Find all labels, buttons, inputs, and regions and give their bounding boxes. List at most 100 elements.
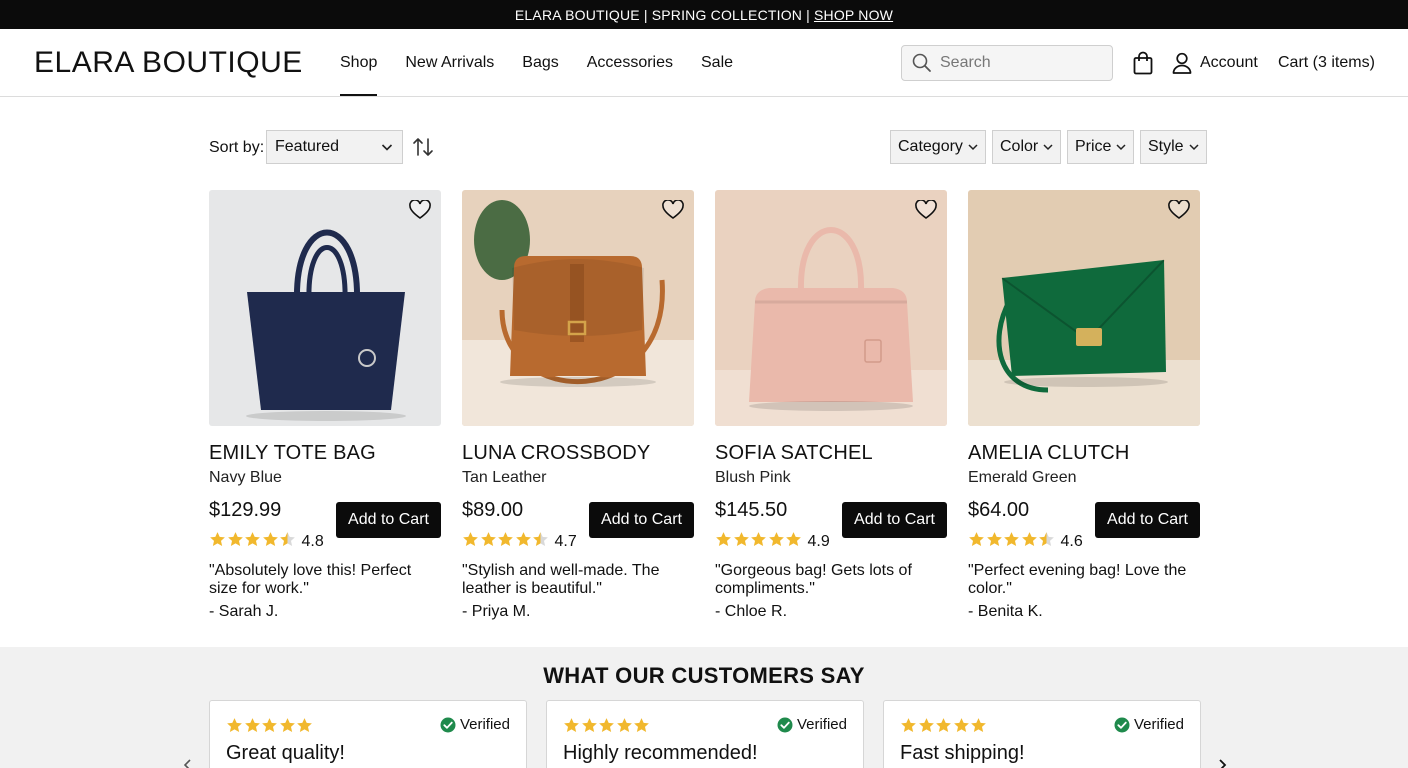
filter-style[interactable]: Style <box>1140 130 1207 164</box>
testimonial-card: Verified Highly recommended! <box>546 700 864 768</box>
product-variant: Navy Blue <box>209 469 282 486</box>
testimonial-title: Highly recommended! <box>563 742 758 764</box>
star-icon <box>262 532 278 547</box>
filter-color[interactable]: Color <box>992 130 1062 164</box>
heart-icon[interactable] <box>409 200 431 220</box>
star-icon <box>279 718 295 733</box>
add-to-cart-button[interactable]: Add to Cart <box>336 502 441 538</box>
star-icon <box>244 718 260 733</box>
chevron-down-icon <box>381 144 393 151</box>
star-icon <box>1004 532 1019 547</box>
star-icon <box>480 532 496 547</box>
product-name[interactable]: SOFIA SATCHEL <box>715 442 947 464</box>
star-icon <box>533 532 548 547</box>
product-price: $64.00 <box>968 499 1030 521</box>
chevron-down-icon <box>1043 144 1053 151</box>
product-name[interactable]: LUNA CROSSBODY <box>462 442 694 464</box>
star-icon <box>1021 532 1037 547</box>
search-box[interactable] <box>901 45 1113 81</box>
star-rating <box>209 531 297 553</box>
product-card[interactable]: LUNA CROSSBODY Tan Leather $89.00 Add to… <box>462 190 694 620</box>
star-icon <box>953 718 969 733</box>
heart-icon[interactable] <box>915 200 937 220</box>
product-price: $145.50 <box>715 499 788 521</box>
verified-label: Verified <box>459 716 510 733</box>
shop-now-link[interactable]: SHOP NOW <box>814 7 893 23</box>
nav-sale[interactable]: Sale <box>701 29 733 96</box>
search-input[interactable] <box>940 54 1100 72</box>
product-card[interactable]: EMILY TOTE BAG Navy Blue $129.99 Add to … <box>209 190 441 620</box>
chevron-right-icon[interactable] <box>1216 759 1228 768</box>
product-image[interactable] <box>968 190 1200 426</box>
star-rating <box>462 531 550 553</box>
chevron-left-icon[interactable] <box>182 759 194 768</box>
account-link[interactable]: Account <box>1172 51 1258 75</box>
promo-separator: | <box>643 6 648 23</box>
testimonial-card: Verified Fast shipping! <box>883 700 1201 768</box>
verified-badge: Verified <box>1114 716 1184 733</box>
sort-value: Featured <box>275 138 340 155</box>
star-icon <box>751 532 766 547</box>
nav-shop[interactable]: Shop <box>340 29 378 96</box>
star-icon <box>716 532 731 547</box>
review-quote: "Stylish and well-made. The leather is b… <box>462 562 660 597</box>
satchel-bag-illustration <box>715 190 947 426</box>
search-icon <box>912 53 931 72</box>
review-quote: "Gorgeous bag! Gets lots of compliments.… <box>715 562 912 597</box>
star-icon <box>515 532 531 547</box>
review-quote: "Absolutely love this! Perfect size for … <box>209 562 412 597</box>
filter-category[interactable]: Category <box>890 130 986 164</box>
product-rating: 4.9 <box>715 531 830 553</box>
nav-new-arrivals[interactable]: New Arrivals <box>405 29 494 96</box>
product-rating: 4.7 <box>462 531 577 553</box>
nav-bags[interactable]: Bags <box>522 29 558 96</box>
heart-icon[interactable] <box>662 200 684 220</box>
filter-label: Style <box>1148 138 1184 155</box>
shopping-bag-icon[interactable] <box>1132 51 1154 75</box>
tote-bag-illustration <box>209 190 441 426</box>
filter-price[interactable]: Price <box>1067 130 1135 164</box>
sort-direction-icon[interactable] <box>412 136 434 158</box>
star-icon <box>581 718 597 733</box>
add-to-cart-button[interactable]: Add to Cart <box>1095 502 1200 538</box>
promo-bar: ELARA BOUTIQUE | SPRING COLLECTION | SHO… <box>0 0 1408 29</box>
add-to-cart-button[interactable]: Add to Cart <box>589 502 694 538</box>
add-to-cart-button[interactable]: Add to Cart <box>842 502 947 538</box>
filter-label: Price <box>1075 138 1112 155</box>
main-nav: Shop New Arrivals Bags Accessories Sale <box>340 29 761 96</box>
heart-icon[interactable] <box>1168 200 1190 220</box>
review-author: - Chloe R. <box>715 603 788 620</box>
star-icon <box>733 532 749 547</box>
star-icon <box>227 718 242 733</box>
product-name[interactable]: EMILY TOTE BAG <box>209 442 441 464</box>
rating-value: 4.6 <box>1060 533 1083 550</box>
product-image[interactable] <box>715 190 947 426</box>
product-card[interactable]: AMELIA CLUTCH Emerald Green $64.00 Add t… <box>968 190 1200 620</box>
product-card[interactable]: SOFIA SATCHEL Blush Pink $145.50 Add to … <box>715 190 947 620</box>
nav-accessories[interactable]: Accessories <box>587 29 673 96</box>
product-rating: 4.8 <box>209 531 324 553</box>
star-icon <box>786 532 801 547</box>
star-icon <box>262 718 277 733</box>
verified-label: Verified <box>796 716 847 733</box>
star-icon <box>599 718 614 733</box>
star-rating <box>968 531 1056 553</box>
chevron-down-icon <box>1116 144 1126 151</box>
star-icon <box>936 718 951 733</box>
testimonial-card: Verified Great quality! <box>209 700 527 768</box>
star-icon <box>227 532 243 547</box>
cart-link[interactable]: Cart (3 items) <box>1278 51 1375 75</box>
site-logo[interactable]: ELARA BOUTIQUE <box>34 46 303 80</box>
product-variant: Tan Leather <box>462 469 547 486</box>
review-quote: "Perfect evening bag! Love the color." <box>968 562 1187 597</box>
rating-value: 4.8 <box>301 533 324 550</box>
sort-select[interactable]: Featured <box>266 130 403 164</box>
product-image[interactable] <box>209 190 441 426</box>
product-name[interactable]: AMELIA CLUTCH <box>968 442 1200 464</box>
star-icon <box>245 532 260 547</box>
testimonial-title: Great quality! <box>226 742 345 764</box>
testimonials-section: WHAT OUR CUSTOMERS SAY Verified Great qu… <box>0 647 1408 768</box>
product-rating: 4.6 <box>968 531 1083 553</box>
product-image[interactable] <box>462 190 694 426</box>
product-variant: Blush Pink <box>715 469 791 486</box>
